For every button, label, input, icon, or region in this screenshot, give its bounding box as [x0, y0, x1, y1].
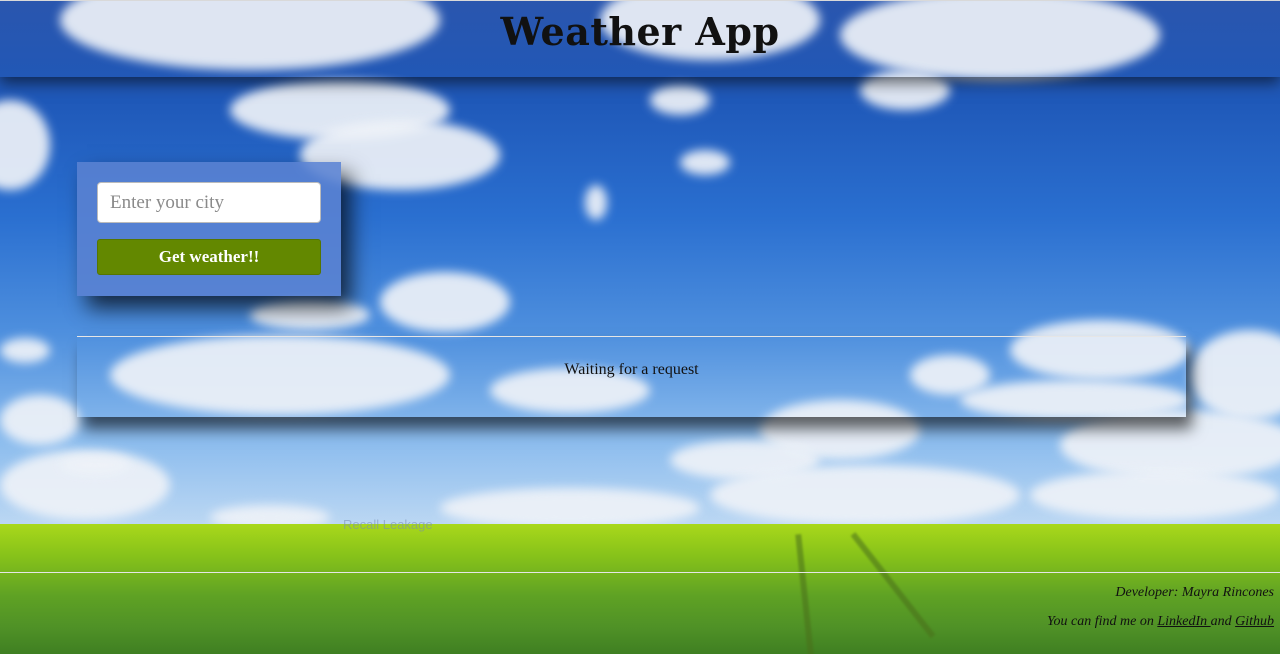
github-link[interactable]: Github [1235, 614, 1274, 629]
cloud [1030, 470, 1280, 520]
social-prefix: You can find me on [1047, 614, 1158, 629]
city-input[interactable] [97, 182, 321, 223]
cloud [650, 85, 710, 115]
image-watermark: Recall Leakage [343, 517, 433, 532]
search-panel: Get weather!! [77, 162, 341, 296]
background-scene: Recall Leakage [0, 0, 1280, 654]
app-header: Weather App [0, 0, 1280, 77]
cloud [250, 300, 370, 330]
result-panel: Waiting for a request [77, 336, 1186, 417]
social-links-line: You can find me on LinkedIn and Github [1047, 614, 1274, 630]
status-text: Waiting for a request [564, 361, 699, 378]
page-title: Weather App [500, 9, 780, 54]
get-weather-button[interactable]: Get weather!! [97, 239, 321, 275]
cloud [440, 488, 700, 528]
cloud [710, 465, 1020, 525]
social-and: and [1210, 614, 1236, 629]
linkedin-link[interactable]: LinkedIn [1157, 614, 1210, 629]
cloud [60, 455, 130, 475]
developer-credit: Developer: Mayra Rincones [1115, 585, 1274, 600]
cloud [0, 338, 50, 363]
cloud [0, 395, 80, 445]
cloud [585, 185, 607, 220]
cloud [680, 150, 730, 175]
footer: Developer: Mayra Rincones You can find m… [0, 572, 1280, 654]
cloud [380, 272, 510, 332]
